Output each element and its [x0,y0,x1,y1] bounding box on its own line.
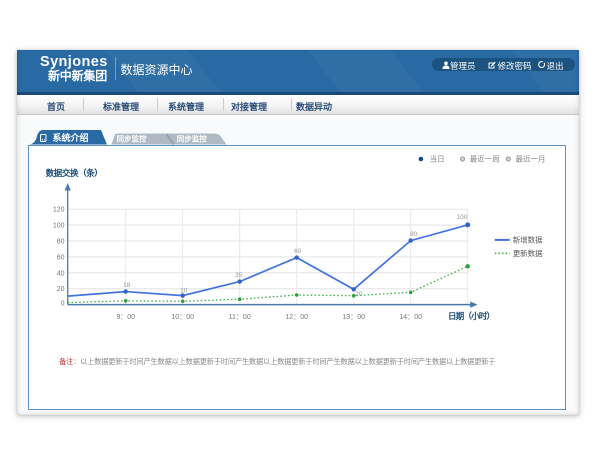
svg-text:同步监控: 同步监控 [177,134,207,144]
svg-text:35: 35 [235,272,243,279]
svg-text:系统介绍: 系统介绍 [52,132,88,143]
svg-text:60: 60 [57,254,65,261]
svg-text:0: 0 [61,300,65,307]
svg-text:18: 18 [123,282,131,289]
svg-text:最近一周: 最近一周 [470,153,500,163]
svg-text:更新数据: 更新数据 [513,248,543,258]
svg-text:40: 40 [57,270,65,277]
svg-text:80: 80 [410,231,418,238]
svg-text:日期（小时）: 日期（小时） [448,311,494,321]
svg-text:120: 120 [53,206,65,213]
svg-text:100: 100 [53,222,65,229]
svg-text:当日: 当日 [430,153,445,163]
svg-text:11：00: 11：00 [229,314,251,321]
svg-text:12：00: 12：00 [285,314,308,321]
svg-text:同步监控: 同步监控 [117,134,147,144]
svg-text:20: 20 [57,286,65,293]
svg-text:最近一月: 最近一月 [516,153,546,163]
svg-text:9：00: 9：00 [116,314,135,321]
svg-text:60: 60 [294,248,302,255]
svg-text:14：00: 14：00 [399,314,422,321]
svg-text:80: 80 [57,238,65,245]
svg-text:10：00: 10：00 [171,314,194,321]
svg-text:13：00: 13：00 [342,314,365,321]
svg-text:20: 20 [355,291,363,298]
svg-text:数据交换（条）: 数据交换（条） [46,168,103,178]
svg-text:10: 10 [180,287,188,294]
svg-text:新增数据: 新增数据 [513,234,543,244]
svg-text:100: 100 [457,214,468,221]
